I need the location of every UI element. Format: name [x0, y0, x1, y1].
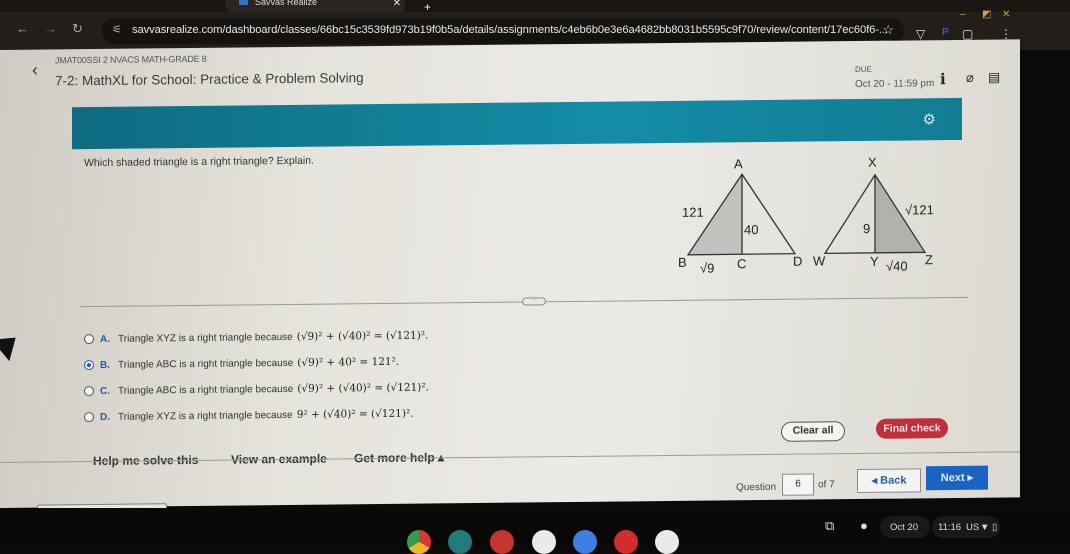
- choice-letter: A.: [100, 333, 110, 345]
- youtube-icon[interactable]: [614, 530, 638, 554]
- vertex-b: B: [678, 255, 687, 270]
- question-prompt: Which shaded triangle is a right triangl…: [84, 154, 314, 170]
- radio-a[interactable]: [84, 334, 94, 345]
- tab-strip: Savvas Realize ✕ +: [0, 0, 1070, 14]
- resize-handle[interactable]: ···: [522, 297, 546, 306]
- savvas-favicon-icon: [239, 0, 248, 5]
- choice-letter: C.: [100, 385, 110, 397]
- vertex-y: Y: [870, 254, 879, 269]
- question-banner: ⚙: [72, 97, 962, 150]
- choice-d[interactable]: D. Triangle XYZ is a right triangle beca…: [84, 408, 413, 423]
- choice-b[interactable]: B. Triangle ABC is a right triangle beca…: [84, 356, 399, 371]
- final-check-button[interactable]: Final check: [876, 418, 948, 439]
- tray-locale: US: [966, 522, 980, 533]
- choice-text: Triangle XYZ is a right triangle because: [118, 409, 293, 423]
- google-classroom-icon[interactable]: [532, 530, 556, 554]
- radio-c[interactable]: [84, 386, 94, 397]
- choice-text: Triangle ABC is a right triangle because: [118, 383, 294, 397]
- reload-icon[interactable]: ↻: [72, 21, 83, 37]
- classroom-app-icon[interactable]: [448, 530, 472, 554]
- settings-gear-icon[interactable]: ⚙: [923, 110, 936, 128]
- radio-b-selected[interactable]: [84, 360, 94, 371]
- assignment-page: ‹ JMAT00SSI 2 NVACS MATH-GRADE 8 7-2: Ma…: [0, 39, 1020, 533]
- close-window-icon[interactable]: ✕: [1002, 9, 1010, 20]
- due-label: DUE: [855, 64, 872, 75]
- address-bar[interactable]: ⚟ savvasrealize.com/dashboard/classes/66…: [102, 18, 904, 44]
- screen-capture-icon[interactable]: ⧉: [825, 518, 834, 534]
- tray-time: 11:16: [938, 522, 962, 533]
- extension-shield-icon[interactable]: ▽: [916, 27, 925, 41]
- label-xy: 9: [863, 221, 870, 236]
- vertex-x: X: [868, 155, 877, 170]
- vertex-z: Z: [925, 252, 933, 267]
- label-yz: √40: [886, 258, 908, 273]
- forward-arrow-icon[interactable]: →: [44, 21, 57, 36]
- question-label: Question: [736, 481, 777, 494]
- vertex-w: W: [813, 253, 826, 268]
- play-store-icon[interactable]: [655, 530, 679, 554]
- course-name: JMAT00SSI 2 NVACS MATH-GRADE 8: [55, 53, 207, 66]
- choice-math: (√9)² + (√40)² = (√121)².: [297, 381, 429, 395]
- wifi-icon: ▼: [980, 522, 990, 533]
- close-tab-icon[interactable]: ✕: [393, 0, 401, 9]
- site-settings-icon[interactable]: ⚟: [112, 23, 122, 36]
- vertex-c: C: [737, 256, 746, 271]
- choice-c[interactable]: C. Triangle ABC is a right triangle beca…: [84, 382, 429, 398]
- due-date: Oct 20 - 11:59 pm: [855, 78, 935, 91]
- screen: Savvas Realize ✕ + ← → ↻ ⚟ savvasrealize…: [0, 0, 1070, 554]
- bookmark-star-icon[interactable]: ☆: [882, 22, 894, 38]
- triangles-figure: A B C D 121 40 √9 X W Y Z 9 √121 √40: [678, 155, 934, 276]
- back-chevron-icon[interactable]: ‹: [32, 60, 38, 81]
- chrome-app-icon[interactable]: [407, 530, 431, 554]
- choice-math: (√9)² + 40² = 121².: [297, 355, 400, 369]
- label-ac: 40: [744, 222, 758, 237]
- choice-letter: D.: [100, 411, 110, 423]
- radio-d[interactable]: [84, 412, 94, 423]
- label-ab: 121: [682, 205, 704, 220]
- app-launcher-icon[interactable]: [490, 530, 514, 554]
- battery-icon: ▯: [992, 522, 998, 533]
- back-arrow-icon[interactable]: ←: [16, 21, 29, 36]
- label-bc: √9: [700, 261, 714, 276]
- question-total: of 7: [818, 479, 835, 491]
- assignment-title: 7-2: MathXL for School: Practice & Probl…: [55, 70, 364, 89]
- choice-text: Triangle ABC is a right triangle because: [118, 357, 294, 371]
- clear-all-button[interactable]: Clear all: [781, 421, 845, 442]
- comment-icon[interactable]: ▤: [988, 70, 1000, 86]
- tab-title: Savvas Realize: [255, 0, 318, 7]
- next-button[interactable]: Next ▸: [926, 465, 988, 491]
- choice-a[interactable]: A. Triangle XYZ is a right triangle beca…: [84, 330, 428, 346]
- paperclip-icon[interactable]: ⌀: [966, 70, 974, 86]
- minimize-icon[interactable]: –: [960, 9, 966, 20]
- maximize-icon[interactable]: ◩: [982, 9, 991, 20]
- choice-math: (√9)² + (√40)² = (√121)².: [296, 329, 429, 343]
- choice-letter: B.: [100, 359, 110, 371]
- browser-tab[interactable]: Savvas Realize ✕: [225, 0, 405, 12]
- google-docs-icon[interactable]: [573, 530, 597, 554]
- vertex-d: D: [793, 254, 802, 269]
- choice-math: 9² + (√40)² = (√121)².: [296, 407, 414, 421]
- os-shelf: ⧉ ● Oct 20 11:16 US ▼ ▯: [0, 508, 1070, 554]
- choice-text: Triangle XYZ is a right triangle because: [118, 331, 293, 345]
- question-number-input[interactable]: 6: [782, 473, 814, 496]
- label-xz: √121: [905, 202, 934, 217]
- back-button[interactable]: ◂ Back: [857, 468, 921, 494]
- assistant-icon[interactable]: ●: [860, 518, 868, 533]
- info-icon[interactable]: i: [940, 70, 946, 88]
- vertex-a: A: [734, 156, 743, 171]
- tray-date: Oct 20: [890, 522, 918, 533]
- extension-p-icon[interactable]: P: [942, 27, 949, 38]
- url-text[interactable]: savvasrealize.com/dashboard/classes/66bc…: [132, 24, 888, 36]
